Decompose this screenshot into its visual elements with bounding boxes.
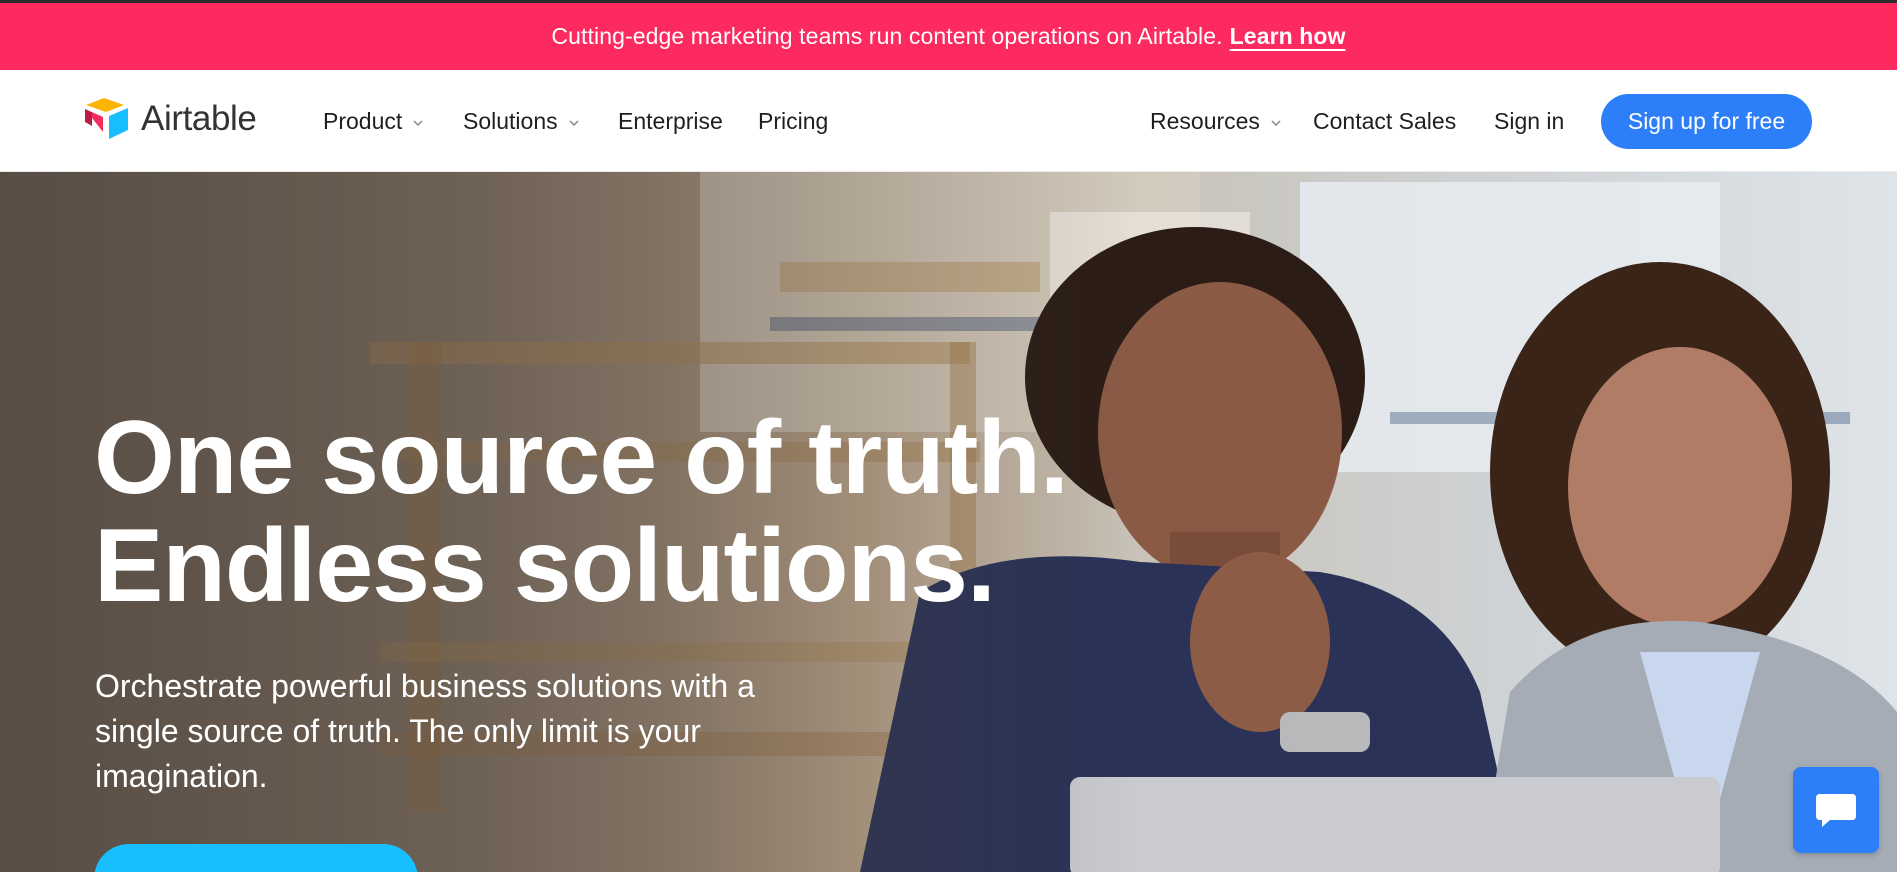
nav-solutions-label: Solutions: [463, 108, 558, 134]
nav-sign-in-label: Sign in: [1494, 108, 1565, 134]
chevron-down-icon: [568, 119, 579, 126]
nav-resources-label: Resources: [1150, 108, 1260, 134]
chevron-down-icon: [1271, 119, 1281, 126]
nav-enterprise-label: Enterprise: [618, 108, 723, 134]
nav-pricing[interactable]: Pricing: [758, 108, 828, 135]
nav-contact-sales[interactable]: Contact Sales: [1313, 108, 1456, 135]
hero-subhead: Orchestrate powerful business solutions …: [95, 668, 755, 794]
chat-button[interactable]: [1793, 767, 1879, 853]
nav-enterprise[interactable]: Enterprise: [618, 108, 723, 135]
announcement-banner: Cutting-edge marketing teams run content…: [0, 3, 1897, 70]
hero-headline-line1: One source of truth.: [94, 400, 1069, 516]
nav-solutions[interactable]: Solutions: [463, 108, 581, 135]
sign-up-button[interactable]: Sign up for free: [1601, 94, 1812, 149]
nav-product[interactable]: Product: [323, 108, 425, 135]
hero-headline-line2: Endless solutions.: [94, 508, 996, 624]
chevron-down-icon: [413, 119, 423, 126]
nav-pricing-label: Pricing: [758, 108, 829, 134]
hero-section: One source of truth. Endless solutions. …: [0, 172, 1897, 872]
nav-contact-sales-label: Contact Sales: [1313, 108, 1457, 134]
nav-sign-in[interactable]: Sign in: [1494, 108, 1564, 135]
hero-cta-button[interactable]: [94, 844, 418, 872]
banner-learn-how-link[interactable]: Learn how: [1230, 23, 1346, 50]
nav-product-label: Product: [323, 108, 403, 134]
banner-message: Cutting-edge marketing teams run content…: [551, 23, 1223, 49]
airtable-logo-icon: [85, 98, 128, 139]
main-navigation: Airtable Product Solutions Enterprise Pr…: [0, 70, 1897, 172]
logo-link[interactable]: Airtable: [82, 96, 257, 142]
hero-headline: One source of truth. Endless solutions.: [94, 400, 1069, 624]
logo-wordmark: Airtable: [141, 99, 257, 138]
nav-resources[interactable]: Resources: [1150, 108, 1283, 135]
chat-icon: [1816, 794, 1856, 827]
